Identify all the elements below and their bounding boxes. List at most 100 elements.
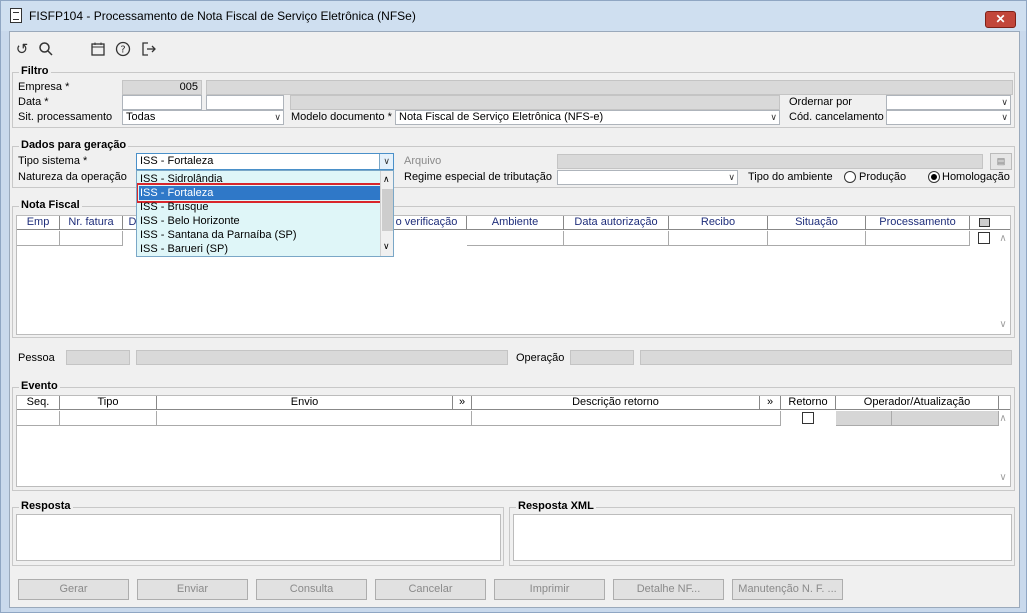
table-cell[interactable] [564, 231, 669, 246]
tipo-sistema-label: Tipo sistema * [18, 155, 88, 167]
homologacao-radio[interactable] [928, 171, 940, 183]
tipo-sistema-dropdown[interactable]: ISS - Sidrolândia ISS - Fortaleza ISS - … [136, 170, 394, 257]
resposta-textarea[interactable] [16, 514, 501, 561]
tipo-sistema-select[interactable]: ISS - Fortaleza ∨ [136, 153, 394, 170]
scroll-down-icon[interactable]: ∨ [996, 472, 1010, 483]
ordenar-select[interactable]: ∨ [886, 95, 1011, 110]
table-cell[interactable] [768, 231, 866, 246]
col-retorno[interactable]: Retorno [781, 396, 836, 410]
empresa-name-field [206, 80, 1013, 95]
dropdown-item[interactable]: ISS - Belo Horizonte [139, 214, 379, 228]
dropdown-item[interactable]: ISS - Santana da Parnaíba (SP) [139, 228, 379, 242]
detalhe-nf-button[interactable]: Detalhe NF... [613, 579, 724, 600]
help-icon[interactable]: ? [114, 41, 132, 59]
dados-title: Dados para geração [19, 139, 129, 151]
main-window: FISFP104 - Processamento de Nota Fiscal … [0, 0, 1027, 613]
sit-processamento-value: Todas [126, 111, 156, 123]
scroll-up-icon[interactable]: ∧ [383, 174, 390, 185]
close-button[interactable]: ✕ [985, 11, 1016, 28]
retorno-checkbox[interactable] [802, 412, 814, 424]
col-descricao-retorno[interactable]: Descrição retorno [472, 396, 760, 410]
resposta-xml-textarea[interactable] [513, 514, 1012, 561]
select-all-icon[interactable] [979, 218, 990, 227]
data-start-input[interactable] [122, 95, 202, 110]
col-ambiente[interactable]: Ambiente [467, 216, 564, 230]
refresh-icon[interactable]: ↺ [13, 41, 31, 59]
cancelar-button[interactable]: Cancelar [375, 579, 486, 600]
col-recibo[interactable]: Recibo [669, 216, 768, 230]
col-seq[interactable]: Seq. [17, 396, 60, 410]
calendar-icon[interactable] [89, 41, 107, 59]
data-label: Data * [18, 96, 49, 108]
regime-select[interactable]: ∨ [557, 170, 738, 185]
col-data-autorizacao[interactable]: Data autorização [564, 216, 669, 230]
chevron-down-icon: ∨ [379, 154, 393, 169]
scroll-thumb[interactable] [382, 189, 393, 231]
table-cell[interactable] [467, 231, 564, 246]
table-cell[interactable] [17, 231, 60, 246]
natureza-label: Natureza da operação [18, 171, 127, 183]
resposta-title: Resposta [19, 500, 73, 512]
evento-grid[interactable]: Seq. Tipo Envio » Descrição retorno » Re… [16, 395, 1011, 487]
operacao-label: Operação [516, 352, 565, 364]
table-cell[interactable] [157, 411, 472, 426]
col-cod-verificacao[interactable]: o verificação [387, 216, 467, 230]
dropdown-scrollbar[interactable]: ∧ ∨ [380, 171, 393, 256]
filtro-title: Filtro [19, 65, 51, 77]
sit-processamento-select[interactable]: Todas ∨ [122, 110, 284, 125]
col-processamento[interactable]: Processamento [866, 216, 970, 230]
gerar-button[interactable]: Gerar [18, 579, 129, 600]
scroll-down-icon[interactable]: ∨ [383, 241, 390, 252]
consulta-button[interactable]: Consulta [256, 579, 367, 600]
scroll-up-icon[interactable]: ∧ [996, 233, 1010, 244]
expand-retorno-button[interactable]: » [760, 396, 781, 410]
scroll-up-icon[interactable]: ∧ [996, 413, 1010, 424]
evento-title: Evento [19, 380, 60, 392]
table-cell[interactable] [60, 411, 157, 426]
table-cell[interactable] [60, 231, 123, 246]
col-operador-atualizacao[interactable]: Operador/Atualização [836, 396, 999, 410]
row-checkbox[interactable] [978, 232, 990, 244]
dropdown-item-selected[interactable]: ISS - Fortaleza [137, 183, 385, 203]
col-envio[interactable]: Envio [157, 396, 453, 410]
table-cell[interactable] [472, 411, 781, 426]
col-tipo[interactable]: Tipo [60, 396, 157, 410]
search-icon[interactable] [37, 41, 55, 59]
dropdown-item[interactable]: ISS - Barueri (SP) [139, 242, 379, 256]
modelo-documento-select[interactable]: Nota Fiscal de Serviço Eletrônica (NFS-e… [395, 110, 780, 125]
cod-cancelamento-label: Cód. cancelamento [789, 111, 884, 123]
table-cell [836, 411, 892, 426]
dropdown-item[interactable]: ISS - Sidrolândia [139, 172, 379, 186]
manutencao-nf-button[interactable]: Manutenção N. F. ... [732, 579, 843, 600]
window-title: FISFP104 - Processamento de Nota Fiscal … [29, 9, 416, 23]
client-area: ↺ ? Filtro Empresa * 005 Data * Ordernar… [9, 31, 1020, 608]
col-nr-fatura[interactable]: Nr. fatura [60, 216, 123, 230]
data-end-input[interactable] [206, 95, 284, 110]
pessoa-code-field [66, 350, 130, 365]
cod-cancelamento-select[interactable]: ∨ [886, 110, 1011, 125]
table-cell[interactable] [866, 231, 970, 246]
modelo-documento-value: Nota Fiscal de Serviço Eletrônica (NFS-e… [399, 111, 604, 123]
table-cell [892, 411, 999, 426]
arquivo-label: Arquivo [404, 155, 442, 167]
regime-label: Regime especial de tributação [404, 171, 552, 183]
chevron-down-icon: ∨ [1001, 97, 1008, 107]
ordenar-label: Ordernar por [789, 96, 852, 108]
browse-file-icon[interactable]: ▤ [990, 153, 1012, 170]
table-cell[interactable] [669, 231, 768, 246]
scroll-down-icon[interactable]: ∨ [996, 319, 1010, 330]
producao-radio[interactable] [844, 171, 856, 183]
enviar-button[interactable]: Enviar [137, 579, 248, 600]
table-cell[interactable] [17, 411, 60, 426]
pessoa-name-field [136, 350, 508, 365]
document-icon [10, 8, 22, 23]
col-emp[interactable]: Emp [17, 216, 60, 230]
producao-label: Produção [859, 171, 907, 183]
empresa-input[interactable]: 005 [122, 80, 202, 95]
col-situacao[interactable]: Situação [768, 216, 866, 230]
expand-envio-button[interactable]: » [453, 396, 472, 410]
exit-icon[interactable] [140, 41, 158, 59]
chevron-down-icon: ∨ [728, 172, 735, 182]
dropdown-item[interactable]: ISS - Brusque [139, 200, 379, 214]
imprimir-button[interactable]: Imprimir [494, 579, 605, 600]
